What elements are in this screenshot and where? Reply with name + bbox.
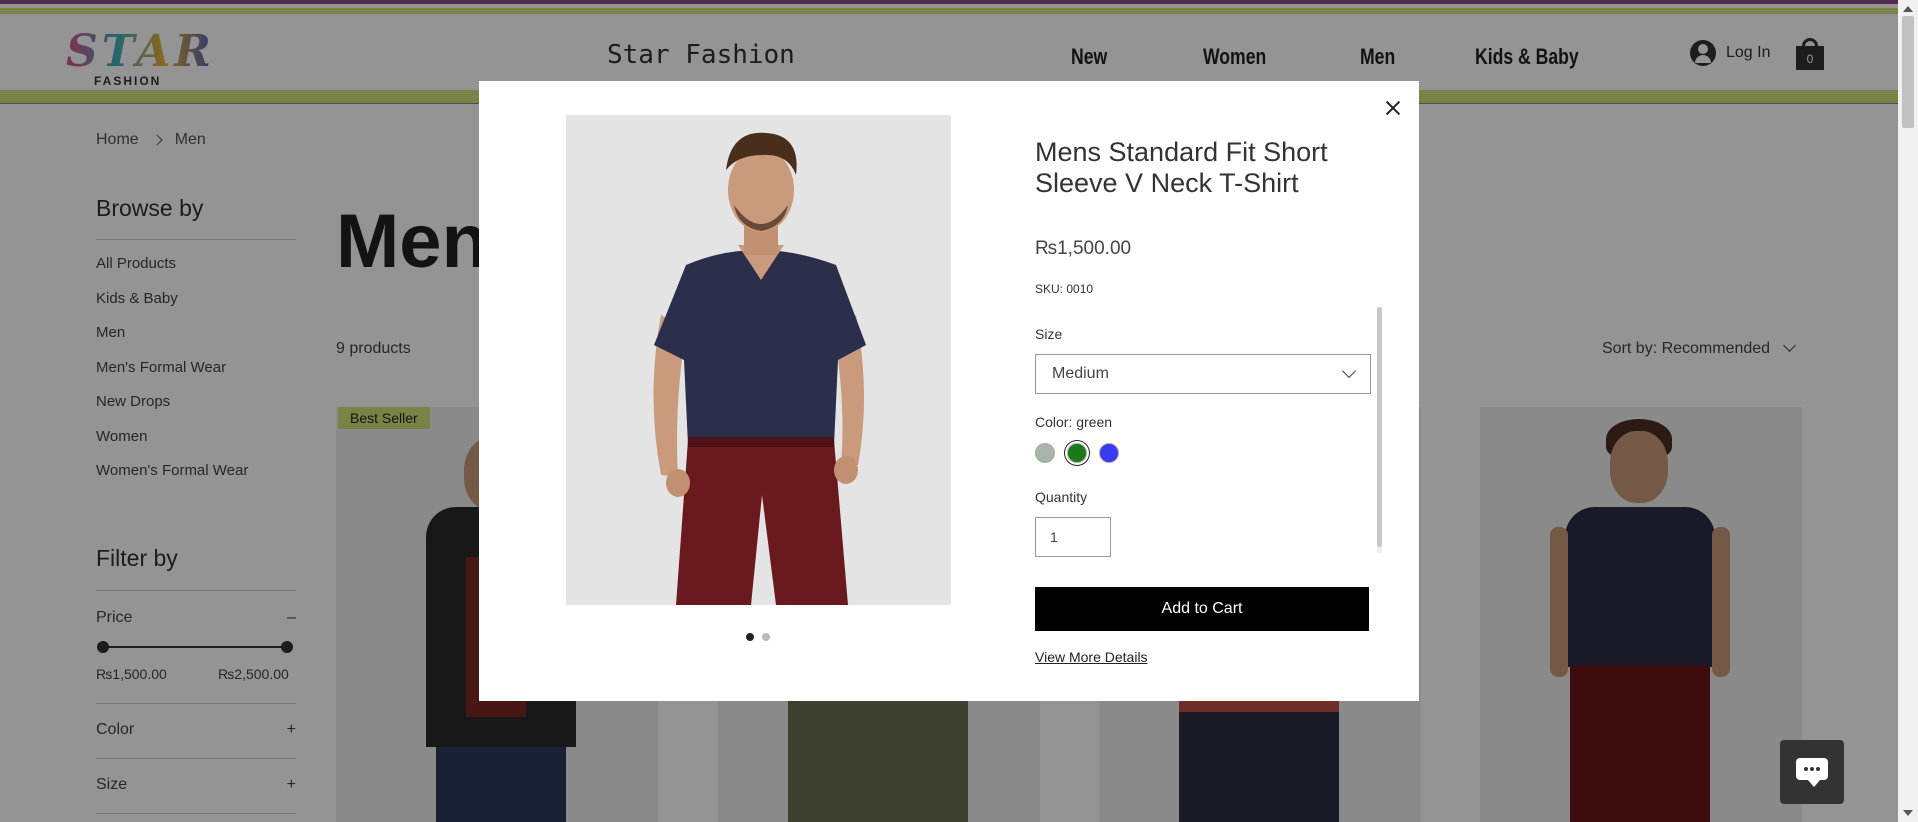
- carousel-dot[interactable]: [746, 633, 754, 641]
- product-price: ₨1,500.00: [1035, 238, 1132, 259]
- quantity-label: Quantity: [1035, 489, 1088, 505]
- scroll-thumb[interactable]: [1902, 16, 1914, 128]
- color-swatch[interactable]: [1035, 443, 1055, 463]
- quantity-input[interactable]: 1: [1035, 517, 1111, 557]
- add-to-cart-button[interactable]: Add to Cart: [1035, 587, 1369, 631]
- model-photo: [566, 115, 951, 605]
- chevron-down-icon: [1341, 363, 1357, 379]
- color-label: Color: green: [1035, 414, 1113, 430]
- chat-icon: [1796, 758, 1828, 787]
- size-label: Size: [1035, 326, 1063, 342]
- chat-button[interactable]: [1780, 740, 1844, 804]
- details-scroll-thumb[interactable]: [1377, 307, 1382, 547]
- image-carousel-dots: [746, 633, 770, 641]
- color-swatch[interactable]: [1067, 443, 1087, 463]
- color-swatch[interactable]: [1099, 443, 1119, 463]
- scroll-down-arrow-icon[interactable]: [1903, 810, 1913, 816]
- page-scrollbar[interactable]: [1898, 0, 1918, 822]
- product-sku: SKU: 0010: [1035, 282, 1094, 296]
- size-value: Medium: [1052, 365, 1109, 382]
- carousel-dot[interactable]: [762, 633, 770, 641]
- size-dropdown[interactable]: Medium: [1035, 354, 1371, 394]
- product-title: Mens Standard Fit Short Sleeve V Neck T-…: [1035, 137, 1328, 198]
- quick-view-modal: Mens Standard Fit Short Sleeve V Neck T-…: [479, 81, 1419, 701]
- view-more-details-link[interactable]: View More Details: [1035, 649, 1148, 665]
- scroll-up-arrow-icon[interactable]: [1903, 6, 1913, 12]
- product-image[interactable]: [566, 115, 951, 605]
- close-icon[interactable]: [1382, 97, 1404, 119]
